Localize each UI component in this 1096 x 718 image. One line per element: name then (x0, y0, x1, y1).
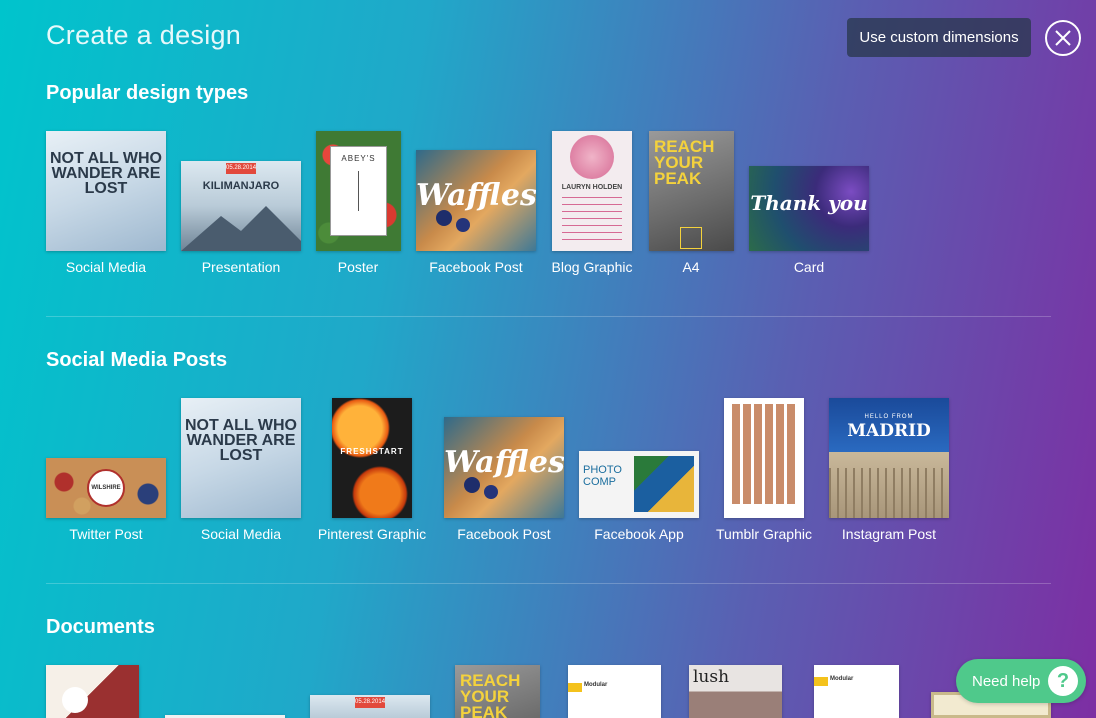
thumbnail: ABEY'S (316, 131, 401, 251)
close-icon (1055, 30, 1071, 46)
thumbnail: Modular (568, 665, 661, 718)
section-divider (46, 583, 1051, 584)
thumbnail (724, 398, 804, 518)
thumbnail: REACH YOUR PEAK (649, 131, 734, 251)
design-type-card[interactable]: Thank you Card (749, 131, 869, 281)
tile-label: Instagram Post (841, 526, 937, 542)
tile-label: Social Media (65, 259, 147, 275)
date-badge: 05.28.2014 (355, 697, 385, 708)
tile-label: Facebook Post (457, 526, 551, 542)
thumbnail-art: LAURYN HOLDEN (561, 184, 623, 191)
question-icon: ? (1048, 666, 1078, 696)
page-title: Create a design (46, 20, 242, 50)
thumbnail: Thank you (749, 166, 869, 251)
use-custom-dimensions-button[interactable]: Use custom dimensions (847, 18, 1031, 57)
design-type-tumblr-graphic[interactable]: Tumblr Graphic (714, 398, 814, 548)
design-type-facebook-post[interactable]: Waffles Facebook Post (416, 131, 536, 281)
date-badge: 05.28.2014 (226, 163, 256, 174)
section-title: Popular design types (46, 82, 249, 104)
thumbnail-art: MADRID (847, 421, 931, 441)
thumbnail: HELLO FROM MADRID (829, 398, 949, 518)
need-help-label: Need help (972, 672, 1041, 690)
thumbnail-art: ABEY'S (341, 154, 376, 163)
thumbnail-art: lush (693, 667, 730, 687)
section-title: Documents (46, 616, 155, 638)
thumbnail-art: REACH YOUR PEAK (654, 137, 715, 189)
tile-label: A4 (682, 259, 700, 275)
design-type-instagram-post[interactable]: HELLO FROM MADRID Instagram Post (829, 398, 949, 548)
thumbnail: Waffles (444, 417, 564, 518)
design-type-blog-graphic[interactable]: LAURYN HOLDEN Blog Graphic (552, 131, 632, 281)
design-type-a4[interactable]: REACH YOUR PEAK A4 (649, 131, 734, 281)
thumbnail: 05.28.2014 KILIMANJARO (181, 161, 301, 251)
tile-label: Facebook App (594, 526, 684, 542)
modal-header: Create a design Use custom dimensions (0, 0, 1096, 76)
section-documents: Documents (46, 616, 1051, 639)
thumbnail-art: Modular (584, 682, 608, 688)
section-social-media-posts: Social Media Posts (46, 349, 1051, 372)
thumbnail: Modular (814, 665, 899, 718)
design-type-facebook-app[interactable]: PHOTO COMP Facebook App (579, 398, 699, 548)
thumbnail: lush (689, 665, 782, 718)
thumbnail: Waffles (416, 150, 536, 251)
thumbnail (46, 665, 139, 718)
tile-label: Presentation (201, 259, 281, 275)
design-type-facebook-post-2[interactable]: Waffles Facebook Post (444, 398, 564, 548)
design-type-social-media[interactable]: NOT ALL WHO WANDER ARE LOST Social Media (46, 131, 166, 281)
document-tile[interactable]: Modular (568, 665, 661, 718)
mountain-image (181, 206, 301, 251)
design-type-presentation[interactable]: 05.28.2014 KILIMANJARO Presentation (181, 131, 301, 281)
need-help-button[interactable]: Need help ? (956, 659, 1086, 703)
document-tile[interactable]: 05.28.2014 (310, 695, 430, 718)
tile-label: Social Media (200, 526, 282, 542)
design-type-poster[interactable]: ABEY'S Poster (316, 131, 401, 281)
thumbnail-art: Waffles (444, 445, 564, 480)
thumbnail: NOT ALL WHO WANDER ARE LOST (181, 398, 301, 518)
section-divider (46, 316, 1051, 317)
thumbnail-art: KILIMANJARO (202, 180, 280, 192)
thumbnail: LAURYN HOLDEN (552, 131, 632, 251)
design-type-social-media-2[interactable]: NOT ALL WHO WANDER ARE LOST Social Media (181, 398, 301, 548)
design-type-twitter-post[interactable]: WILSHIRE Twitter Post (46, 398, 166, 548)
thumbnail-art: REACH YOUR PEAK (460, 671, 521, 718)
thumbnail-art: Waffles (416, 178, 536, 213)
thumbnail-subart: HELLO FROM (864, 414, 914, 420)
thumbnail-art: Thank you (750, 191, 868, 215)
thumbnail-art: Modular (830, 676, 854, 682)
thumbnail-art: PHOTO COMP (583, 464, 622, 488)
design-type-pinterest-graphic[interactable]: FRESHSTART Pinterest Graphic (316, 398, 428, 548)
tile-label: Pinterest Graphic (317, 526, 427, 542)
thumbnail-art: WILSHIRE (91, 485, 121, 491)
section-title: Social Media Posts (46, 349, 228, 371)
thumbnail-art: NOT ALL WHO WANDER ARE LOST (50, 150, 162, 198)
section-popular-design-types: Popular design types (46, 82, 1051, 105)
thumbnail: NOT ALL WHO WANDER ARE LOST (46, 131, 166, 251)
tile-label: Blog Graphic (551, 259, 633, 275)
thumbnail-art: NOT ALL WHO WANDER ARE LOST (185, 417, 297, 465)
document-tile[interactable]: lush (689, 665, 782, 718)
tile-label: Facebook Post (429, 259, 523, 275)
thumbnail: PHOTO COMP (579, 451, 699, 518)
document-tile[interactable]: REACH YOUR PEAK (455, 665, 540, 718)
thumbnail: 05.28.2014 (310, 695, 430, 718)
tile-label: Tumblr Graphic (716, 526, 812, 542)
thumbnail-art: FRESHSTART (340, 447, 404, 456)
document-tile[interactable]: Modular (814, 665, 899, 718)
tile-label: Card (793, 259, 825, 275)
tile-label: Poster (337, 259, 379, 275)
document-tile[interactable] (46, 665, 139, 718)
thumbnail: WILSHIRE (46, 458, 166, 518)
close-button[interactable] (1045, 20, 1081, 56)
thumbnail: FRESHSTART (332, 398, 412, 518)
tile-label: Twitter Post (69, 526, 143, 542)
thumbnail: REACH YOUR PEAK (455, 665, 540, 718)
